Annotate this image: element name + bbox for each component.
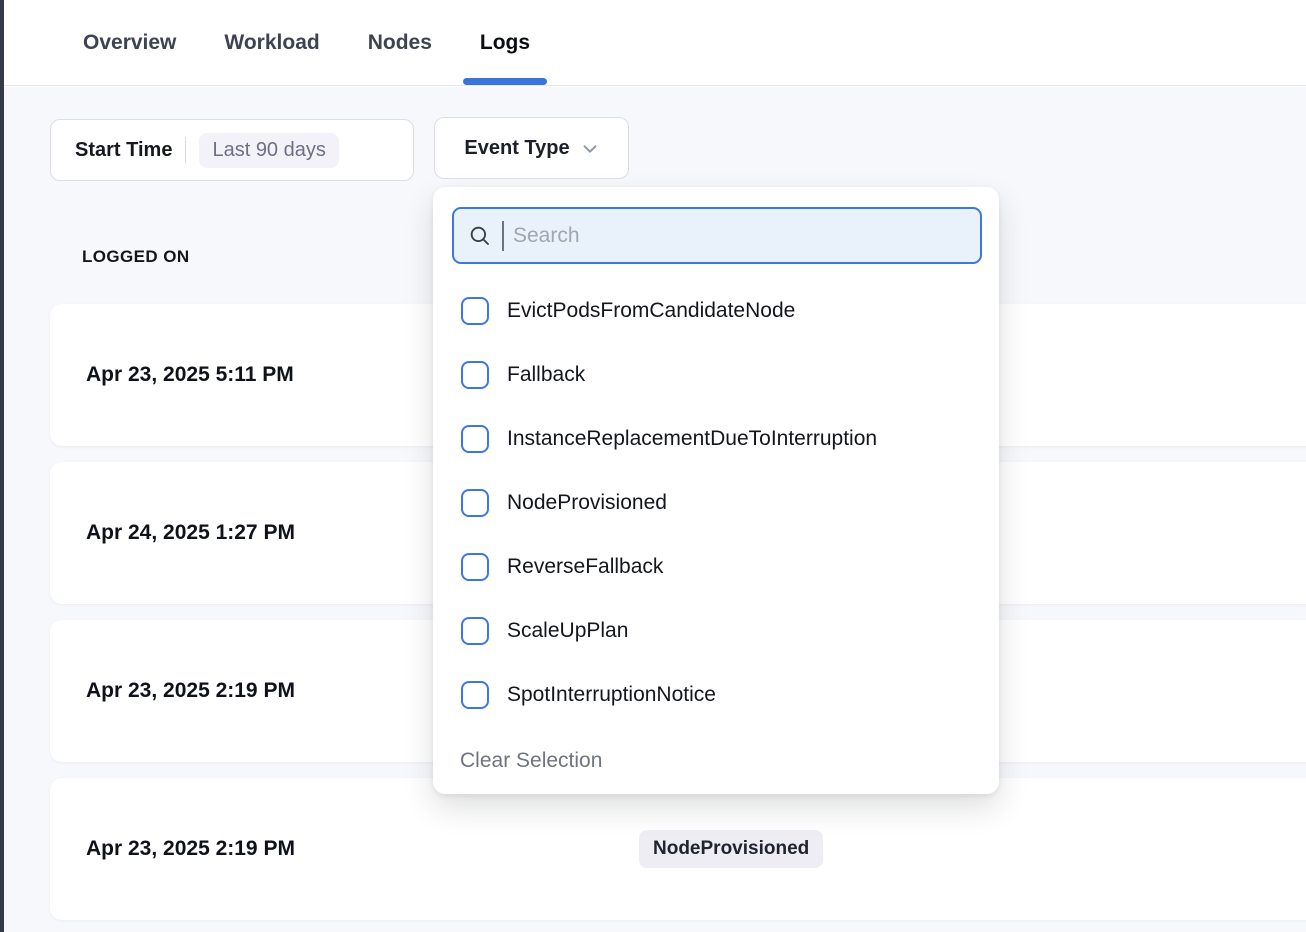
start-time-filter-value: Last 90 days bbox=[199, 133, 338, 168]
search-icon bbox=[467, 223, 493, 249]
event-type-filter-button[interactable]: Event Type bbox=[434, 117, 629, 179]
logged-on-timestamp: Apr 24, 2025 1:27 PM bbox=[86, 521, 295, 545]
logs-page: Start Time Last 90 days Event Type LOGGE… bbox=[4, 87, 1306, 932]
active-tab-underline bbox=[463, 78, 547, 85]
option-instancereplacementduetointerruption[interactable]: InstanceReplacementDueToInterruption bbox=[433, 407, 999, 471]
app-edge-strip bbox=[0, 0, 4, 932]
option-reversefallback[interactable]: ReverseFallback bbox=[433, 535, 999, 599]
option-label: NodeProvisioned bbox=[507, 491, 667, 515]
event-type-option-list: EvictPodsFromCandidateNode Fallback Inst… bbox=[433, 279, 999, 727]
event-type-filter-label: Event Type bbox=[464, 137, 569, 160]
start-time-filter-label: Start Time bbox=[75, 139, 172, 162]
tab-label: Overview bbox=[83, 31, 176, 55]
checkbox-icon[interactable] bbox=[461, 297, 489, 325]
option-label: ScaleUpPlan bbox=[507, 619, 628, 643]
column-header-logged-on: LOGGED ON bbox=[82, 247, 190, 267]
option-label: EvictPodsFromCandidateNode bbox=[507, 299, 795, 323]
dropdown-search-input[interactable] bbox=[513, 224, 967, 248]
checkbox-icon[interactable] bbox=[461, 361, 489, 389]
logged-on-timestamp: Apr 23, 2025 2:19 PM bbox=[86, 679, 295, 703]
option-label: SpotInterruptionNotice bbox=[507, 683, 716, 707]
log-table-row[interactable]: Apr 23, 2025 2:19 PM NodeProvisioned bbox=[50, 778, 1306, 920]
dropdown-search-box[interactable] bbox=[452, 207, 982, 264]
tab-label: Nodes bbox=[368, 31, 432, 55]
event-type-badge: NodeProvisioned bbox=[639, 830, 823, 868]
logged-on-timestamp: Apr 23, 2025 2:19 PM bbox=[86, 837, 295, 861]
option-label: InstanceReplacementDueToInterruption bbox=[507, 427, 877, 451]
option-scaleupplan[interactable]: ScaleUpPlan bbox=[433, 599, 999, 663]
option-fallback[interactable]: Fallback bbox=[433, 343, 999, 407]
tab-nodes[interactable]: Nodes bbox=[351, 0, 449, 85]
checkbox-icon[interactable] bbox=[461, 425, 489, 453]
tab-label: Logs bbox=[480, 31, 530, 55]
checkbox-icon[interactable] bbox=[461, 681, 489, 709]
checkbox-icon[interactable] bbox=[461, 489, 489, 517]
tab-workload[interactable]: Workload bbox=[207, 0, 336, 85]
tab-bar: Overview Workload Nodes Logs bbox=[4, 0, 1306, 86]
option-nodeprovisioned[interactable]: NodeProvisioned bbox=[433, 471, 999, 535]
chevron-down-icon bbox=[581, 140, 599, 158]
logged-on-timestamp: Apr 23, 2025 5:11 PM bbox=[86, 363, 294, 387]
filter-divider bbox=[185, 137, 186, 163]
option-spotinterruptionnotice[interactable]: SpotInterruptionNotice bbox=[433, 663, 999, 727]
option-label: ReverseFallback bbox=[507, 555, 663, 579]
tab-overview[interactable]: Overview bbox=[66, 0, 193, 85]
event-type-dropdown-panel: EvictPodsFromCandidateNode Fallback Inst… bbox=[433, 187, 999, 794]
option-label: Fallback bbox=[507, 363, 585, 387]
text-cursor bbox=[502, 221, 504, 251]
checkbox-icon[interactable] bbox=[461, 617, 489, 645]
start-time-filter-button[interactable]: Start Time Last 90 days bbox=[50, 119, 414, 181]
tab-label: Workload bbox=[224, 31, 319, 55]
tab-logs[interactable]: Logs bbox=[463, 0, 547, 85]
clear-selection-button[interactable]: Clear Selection bbox=[433, 735, 999, 787]
option-evictpodsfromcandidatenode[interactable]: EvictPodsFromCandidateNode bbox=[433, 279, 999, 343]
checkbox-icon[interactable] bbox=[461, 553, 489, 581]
